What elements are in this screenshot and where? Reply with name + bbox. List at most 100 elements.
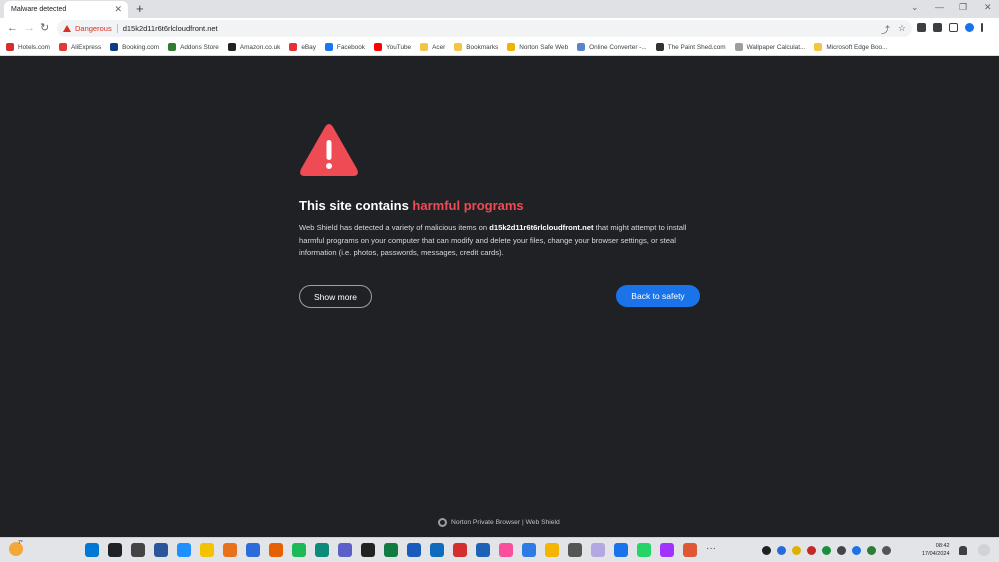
taskbar-app-icon[interactable] [476, 543, 490, 557]
bookmark-item[interactable]: The Paint Shed.com [655, 43, 726, 51]
tray-icon[interactable] [882, 546, 891, 555]
norton-logo-icon [438, 518, 447, 527]
weather-temperature: 7° [18, 540, 23, 546]
taskbar-app-icon[interactable] [292, 543, 306, 557]
bookmark-item[interactable]: Microsoft Edge Boo... [814, 43, 887, 51]
forward-button[interactable]: → [24, 22, 35, 34]
notification-bell-icon[interactable] [959, 546, 967, 555]
bookmark-label: Wallpaper Calculat... [746, 43, 806, 51]
bookmark-favicon-icon [814, 43, 823, 51]
bookmark-item[interactable]: eBay [289, 43, 316, 51]
headline-prefix: This site contains [299, 198, 413, 213]
bookmark-favicon-icon [110, 43, 119, 51]
taskbar-app-icon[interactable] [384, 543, 398, 557]
reload-button[interactable]: ↻ [40, 22, 49, 34]
tray-icon[interactable] [852, 546, 861, 555]
danger-icon[interactable] [63, 25, 71, 32]
malicious-domain: d15k2d11r6t6rlcloudfront.net [489, 223, 594, 232]
taskbar-app-icon[interactable] [499, 543, 513, 557]
bookmark-label: YouTube [386, 43, 412, 51]
taskbar-overflow-icon[interactable]: ··· [706, 543, 716, 557]
tab-search-icon[interactable]: ⌄ [911, 2, 919, 13]
tray-icon[interactable] [807, 546, 816, 555]
bookmark-label: Acer [432, 43, 446, 51]
extension-icon[interactable] [917, 23, 926, 32]
taskbar-app-icon[interactable] [453, 543, 467, 557]
puzzle-icon[interactable] [933, 23, 942, 32]
windows-taskbar: 7° ··· 08:42 17/04/2024 [0, 537, 999, 562]
taskbar-app-icon[interactable] [200, 543, 214, 557]
system-clock[interactable]: 08:42 17/04/2024 [922, 542, 950, 558]
share-icon[interactable]: ⤴ [881, 23, 890, 36]
new-tab-button[interactable]: + [136, 2, 144, 15]
bookmark-favicon-icon [6, 43, 14, 51]
bookmark-item[interactable]: Booking.com [110, 43, 159, 51]
tray-icon[interactable] [762, 546, 771, 555]
tab-close-icon[interactable]: ✕ [114, 4, 122, 15]
minimize-button[interactable]: — [935, 2, 944, 12]
bookmark-favicon-icon [655, 43, 664, 51]
norton-shield-icon[interactable] [965, 23, 974, 32]
tray-icon[interactable] [792, 546, 801, 555]
taskbar-app-icon[interactable] [315, 543, 329, 557]
back-button[interactable]: ← [7, 22, 18, 34]
taskbar-app-icon[interactable] [85, 543, 99, 557]
bookmark-item[interactable]: Amazon.co.uk [227, 43, 280, 51]
security-label[interactable]: Dangerous [75, 24, 112, 33]
window-close-button[interactable]: ✕ [984, 2, 992, 13]
copilot-icon[interactable] [978, 544, 990, 556]
tab-malware-detected[interactable]: Malware detected ✕ [4, 1, 128, 18]
taskbar-app-icon[interactable] [223, 543, 237, 557]
bookmark-label: AliExpress [70, 43, 102, 51]
tray-icon[interactable] [822, 546, 831, 555]
taskbar-app-icon[interactable] [108, 543, 122, 557]
taskbar-app-icon[interactable] [246, 543, 260, 557]
tray-icon[interactable] [777, 546, 786, 555]
clock-time: 08:42 [935, 543, 950, 549]
show-more-button[interactable]: Show more [299, 285, 372, 308]
bookmark-item[interactable]: Acer [420, 43, 445, 51]
bookmark-item[interactable]: Online Converter -... [577, 43, 647, 51]
taskbar-app-icon[interactable] [522, 543, 536, 557]
bookmark-favicon-icon [507, 43, 516, 51]
bookmark-item[interactable]: Wallpaper Calculat... [734, 43, 806, 51]
taskbar-app-icon[interactable] [154, 543, 168, 557]
taskbar-app-icon[interactable] [338, 543, 352, 557]
bookmark-item[interactable]: AliExpress [58, 43, 102, 51]
bookmark-favicon-icon [324, 43, 333, 51]
bookmark-star-icon[interactable]: ☆ [898, 23, 906, 36]
taskbar-app-icon[interactable] [545, 543, 559, 557]
url-text[interactable]: d15k2d11r6t6rlcloudfront.net [123, 24, 218, 33]
taskbar-app-icon[interactable] [269, 543, 283, 557]
bookmark-item[interactable]: Bookmarks [454, 43, 498, 51]
taskbar-app-icon[interactable] [591, 543, 605, 557]
warning-description: Web Shield has detected a variety of mal… [299, 222, 701, 260]
bookmark-favicon-icon [420, 43, 429, 51]
warning-page: This site contains harmful programs Web … [0, 57, 999, 537]
taskbar-app-icon[interactable] [637, 543, 651, 557]
clock-date: 17/04/2024 [922, 551, 950, 557]
taskbar-app-icon[interactable] [177, 543, 191, 557]
menu-icon[interactable] [981, 23, 983, 32]
bookmark-item[interactable]: Norton Safe Web [507, 43, 568, 51]
back-to-safety-button[interactable]: Back to safety [616, 285, 700, 307]
sidebar-icon[interactable] [949, 23, 958, 32]
bookmark-label: The Paint Shed.com [667, 43, 726, 51]
bookmark-item[interactable]: Addons Store [168, 43, 219, 51]
bookmark-item[interactable]: Facebook [324, 43, 365, 51]
taskbar-app-icon[interactable] [430, 543, 444, 557]
maximize-button[interactable]: ❐ [959, 2, 967, 13]
taskbar-app-icon[interactable] [683, 543, 697, 557]
address-bar[interactable]: Dangerous d15k2d11r6t6rlcloudfront.net ⤴… [57, 20, 912, 37]
taskbar-app-icon[interactable] [407, 543, 421, 557]
taskbar-app-icon[interactable] [568, 543, 582, 557]
bookmark-item[interactable]: Hotels.com [6, 43, 50, 51]
taskbar-app-icon[interactable] [614, 543, 628, 557]
taskbar-app-icon[interactable] [131, 543, 145, 557]
bookmark-item[interactable]: YouTube [374, 43, 411, 51]
taskbar-app-icon[interactable] [660, 543, 674, 557]
tray-icon[interactable] [867, 546, 876, 555]
taskbar-app-icon[interactable] [361, 543, 375, 557]
tray-icon[interactable] [837, 546, 846, 555]
bookmark-label: Microsoft Edge Boo... [826, 43, 888, 51]
